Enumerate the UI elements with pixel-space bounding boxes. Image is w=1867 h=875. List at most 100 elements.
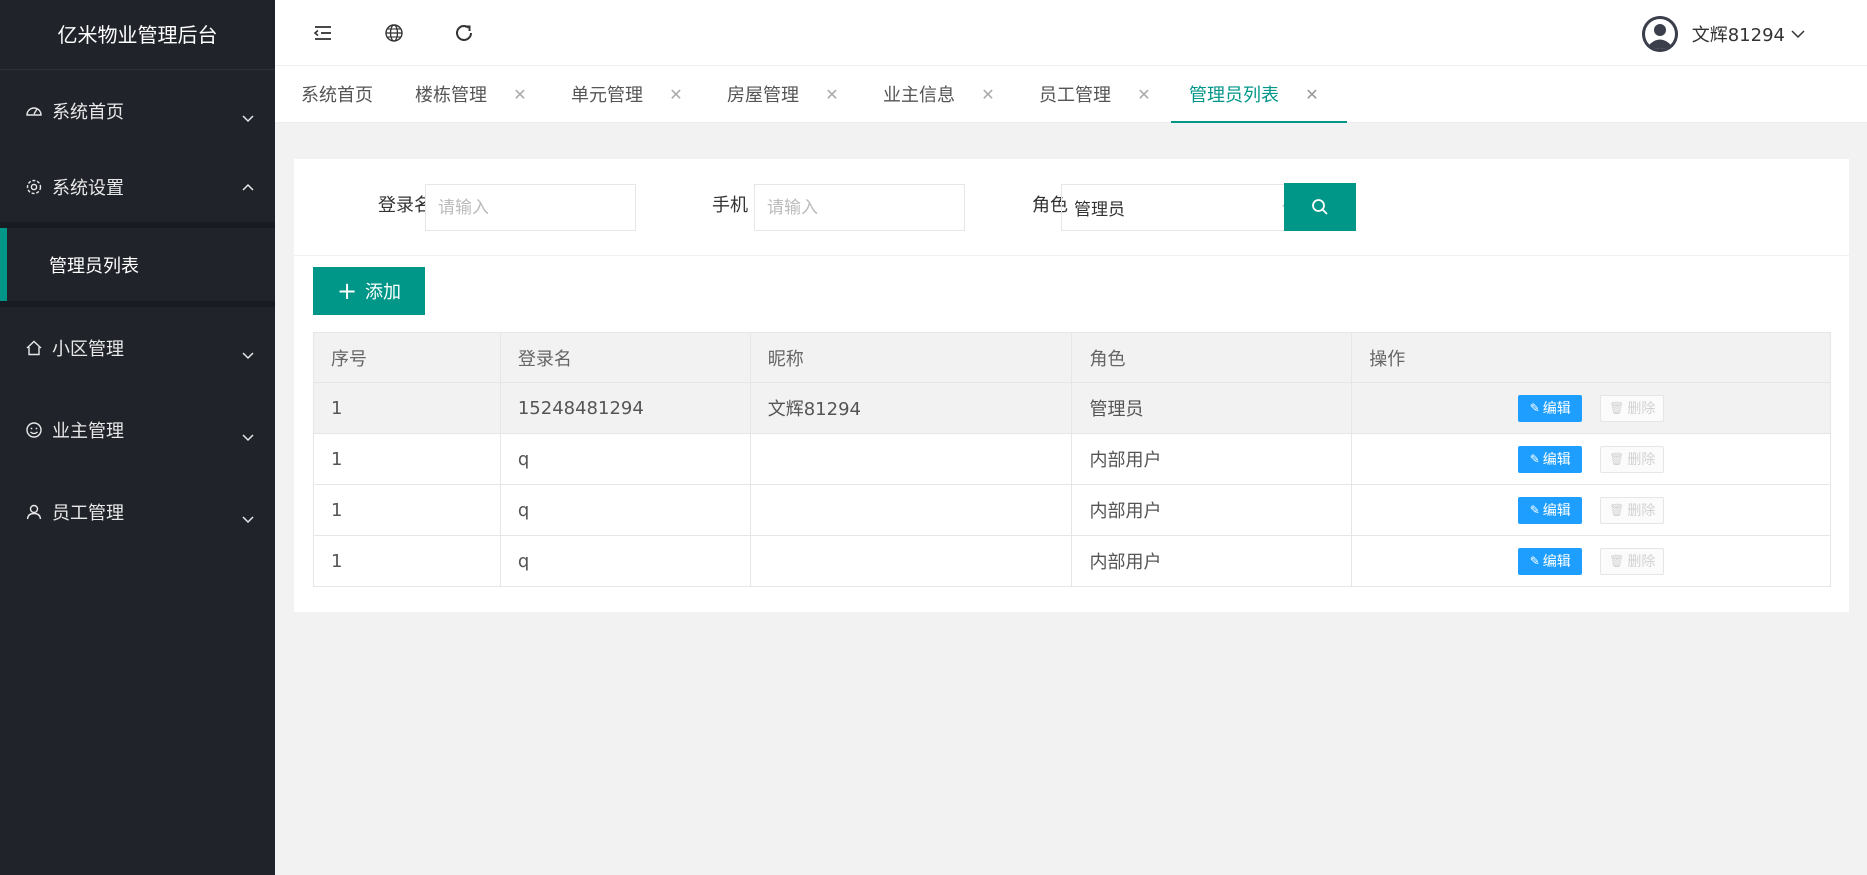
pencil-icon: ✎ bbox=[1529, 401, 1540, 415]
tab-houses[interactable]: 房屋管理 ✕ bbox=[703, 66, 859, 122]
column-header: 登录名 bbox=[499, 332, 751, 383]
table-row[interactable]: 1 15248481294 文辉81294 管理员 ✎ 编辑 🗑 删除 bbox=[313, 382, 1831, 434]
cell-actions: ✎ 编辑 🗑 删除 bbox=[1351, 382, 1831, 434]
username: 文辉81294 bbox=[1691, 25, 1785, 46]
chevron-down-icon bbox=[242, 352, 254, 360]
sidebar: 亿米物业管理后台 系统首页 系统设置 管理员列表 小区管理 业主管理 员工管理 bbox=[0, 0, 275, 875]
main-content: 登录名 手机 角色 管理员 + 添加 序号 登录 bbox=[275, 123, 1867, 875]
home-icon bbox=[24, 338, 44, 358]
smile-icon bbox=[24, 420, 44, 440]
delete-button[interactable]: 🗑 删除 bbox=[1600, 547, 1665, 575]
filter-bar: 登录名 手机 角色 管理员 bbox=[294, 159, 1849, 256]
tab-label: 业主信息 bbox=[883, 85, 955, 106]
login-label: 登录名 bbox=[378, 195, 432, 216]
plus-icon: + bbox=[336, 277, 358, 305]
cell-index: 1 bbox=[313, 484, 501, 536]
search-icon bbox=[1312, 199, 1328, 215]
close-icon[interactable]: ✕ bbox=[669, 85, 683, 104]
delete-label: 删除 bbox=[1627, 554, 1656, 570]
sidebar-item-admin-list[interactable]: 管理员列表 bbox=[0, 228, 275, 301]
admin-list-card: 登录名 手机 角色 管理员 + 添加 序号 登录 bbox=[294, 159, 1849, 612]
top-header: 文辉81294 bbox=[275, 0, 1867, 66]
chevron-down-icon bbox=[242, 434, 254, 442]
tab-label: 房屋管理 bbox=[727, 85, 799, 106]
edit-label: 编辑 bbox=[1542, 503, 1571, 519]
edit-button[interactable]: ✎ 编辑 bbox=[1518, 445, 1583, 473]
column-header: 操作 bbox=[1351, 332, 1831, 383]
tab-owner-info[interactable]: 业主信息 ✕ bbox=[859, 66, 1015, 122]
sidebar-item-home[interactable]: 系统首页 bbox=[0, 70, 275, 152]
sidebar-item-label: 小区管理 bbox=[52, 339, 124, 360]
sidebar-item-staff[interactable]: 员工管理 bbox=[0, 471, 275, 553]
sidebar-item-label: 系统首页 bbox=[52, 102, 124, 123]
delete-button[interactable]: 🗑 删除 bbox=[1600, 496, 1665, 524]
add-button[interactable]: + 添加 bbox=[313, 267, 425, 315]
search-button[interactable] bbox=[1284, 183, 1356, 231]
tab-staff[interactable]: 员工管理 ✕ bbox=[1015, 66, 1171, 122]
tab-admin-list[interactable]: 管理员列表 ✕ bbox=[1171, 66, 1347, 123]
sidebar-item-settings[interactable]: 系统设置 bbox=[0, 152, 275, 222]
trash-icon: 🗑 bbox=[1609, 401, 1625, 415]
tab-label: 单元管理 bbox=[571, 85, 643, 106]
close-icon[interactable]: ✕ bbox=[1305, 85, 1319, 104]
edit-button[interactable]: ✎ 编辑 bbox=[1518, 394, 1583, 422]
globe-icon[interactable] bbox=[382, 21, 406, 45]
cell-login: 15248481294 bbox=[499, 382, 751, 434]
cell-nickname bbox=[749, 535, 1073, 587]
delete-label: 删除 bbox=[1627, 401, 1656, 417]
sidebar-item-label: 系统设置 bbox=[52, 178, 124, 199]
login-input[interactable] bbox=[425, 184, 636, 231]
user-menu[interactable]: 文辉81294 bbox=[1641, 16, 1807, 52]
tab-units[interactable]: 单元管理 ✕ bbox=[547, 66, 703, 122]
refresh-icon[interactable] bbox=[452, 21, 476, 45]
column-header: 角色 bbox=[1071, 332, 1353, 383]
column-header: 昵称 bbox=[749, 332, 1073, 383]
table-header-row: 序号 登录名 昵称 角色 操作 bbox=[313, 332, 1831, 383]
close-icon[interactable]: ✕ bbox=[825, 85, 839, 104]
cell-nickname: 文辉81294 bbox=[749, 382, 1073, 434]
sidebar-item-label: 业主管理 bbox=[52, 421, 124, 442]
cell-index: 1 bbox=[313, 382, 501, 434]
close-icon[interactable]: ✕ bbox=[513, 85, 527, 104]
edit-label: 编辑 bbox=[1542, 401, 1571, 417]
table-row[interactable]: 1 q 内部用户 ✎ 编辑 🗑 删除 bbox=[313, 535, 1831, 587]
delete-label: 删除 bbox=[1627, 503, 1656, 519]
cell-login: q bbox=[499, 535, 751, 587]
tab-label: 管理员列表 bbox=[1189, 85, 1279, 106]
cell-index: 1 bbox=[313, 433, 501, 485]
admin-table: 序号 登录名 昵称 角色 操作 1 15248481294 文辉81294 管理… bbox=[313, 332, 1831, 587]
submenu: 管理员列表 bbox=[0, 228, 275, 301]
app-title: 亿米物业管理后台 bbox=[0, 0, 275, 70]
user-icon bbox=[24, 502, 44, 522]
cell-role: 内部用户 bbox=[1071, 484, 1353, 536]
sidebar-item-owners[interactable]: 业主管理 bbox=[0, 389, 275, 471]
close-icon[interactable]: ✕ bbox=[981, 85, 995, 104]
edit-button[interactable]: ✎ 编辑 bbox=[1518, 496, 1583, 524]
chevron-up-icon bbox=[242, 183, 254, 191]
tab-label: 楼栋管理 bbox=[415, 85, 487, 106]
trash-icon: 🗑 bbox=[1609, 452, 1625, 466]
cell-login: q bbox=[499, 433, 751, 485]
cell-role: 管理员 bbox=[1071, 382, 1353, 434]
tab-home[interactable]: 系统首页 bbox=[277, 66, 391, 122]
phone-label: 手机 bbox=[712, 195, 748, 216]
close-icon[interactable]: ✕ bbox=[1137, 85, 1151, 104]
edit-button[interactable]: ✎ 编辑 bbox=[1518, 547, 1583, 575]
column-header: 序号 bbox=[313, 332, 501, 383]
role-select[interactable]: 管理员 bbox=[1061, 184, 1311, 231]
delete-button[interactable]: 🗑 删除 bbox=[1600, 445, 1665, 473]
tab-buildings[interactable]: 楼栋管理 ✕ bbox=[391, 66, 547, 122]
add-button-label: 添加 bbox=[365, 282, 402, 303]
menu-toggle-icon[interactable] bbox=[311, 21, 335, 45]
cell-actions: ✎ 编辑 🗑 删除 bbox=[1351, 535, 1831, 587]
tab-bar: 系统首页 楼栋管理 ✕ 单元管理 ✕ 房屋管理 ✕ 业主信息 ✕ 员工管理 ✕ … bbox=[275, 66, 1867, 123]
cell-index: 1 bbox=[313, 535, 501, 587]
table-row[interactable]: 1 q 内部用户 ✎ 编辑 🗑 删除 bbox=[313, 484, 1831, 536]
delete-label: 删除 bbox=[1627, 452, 1656, 468]
sidebar-item-community[interactable]: 小区管理 bbox=[0, 307, 275, 389]
delete-button[interactable]: 🗑 删除 bbox=[1600, 394, 1665, 422]
phone-input[interactable] bbox=[754, 184, 965, 231]
cell-role: 内部用户 bbox=[1071, 535, 1353, 587]
cell-login: q bbox=[499, 484, 751, 536]
table-row[interactable]: 1 q 内部用户 ✎ 编辑 🗑 删除 bbox=[313, 433, 1831, 485]
